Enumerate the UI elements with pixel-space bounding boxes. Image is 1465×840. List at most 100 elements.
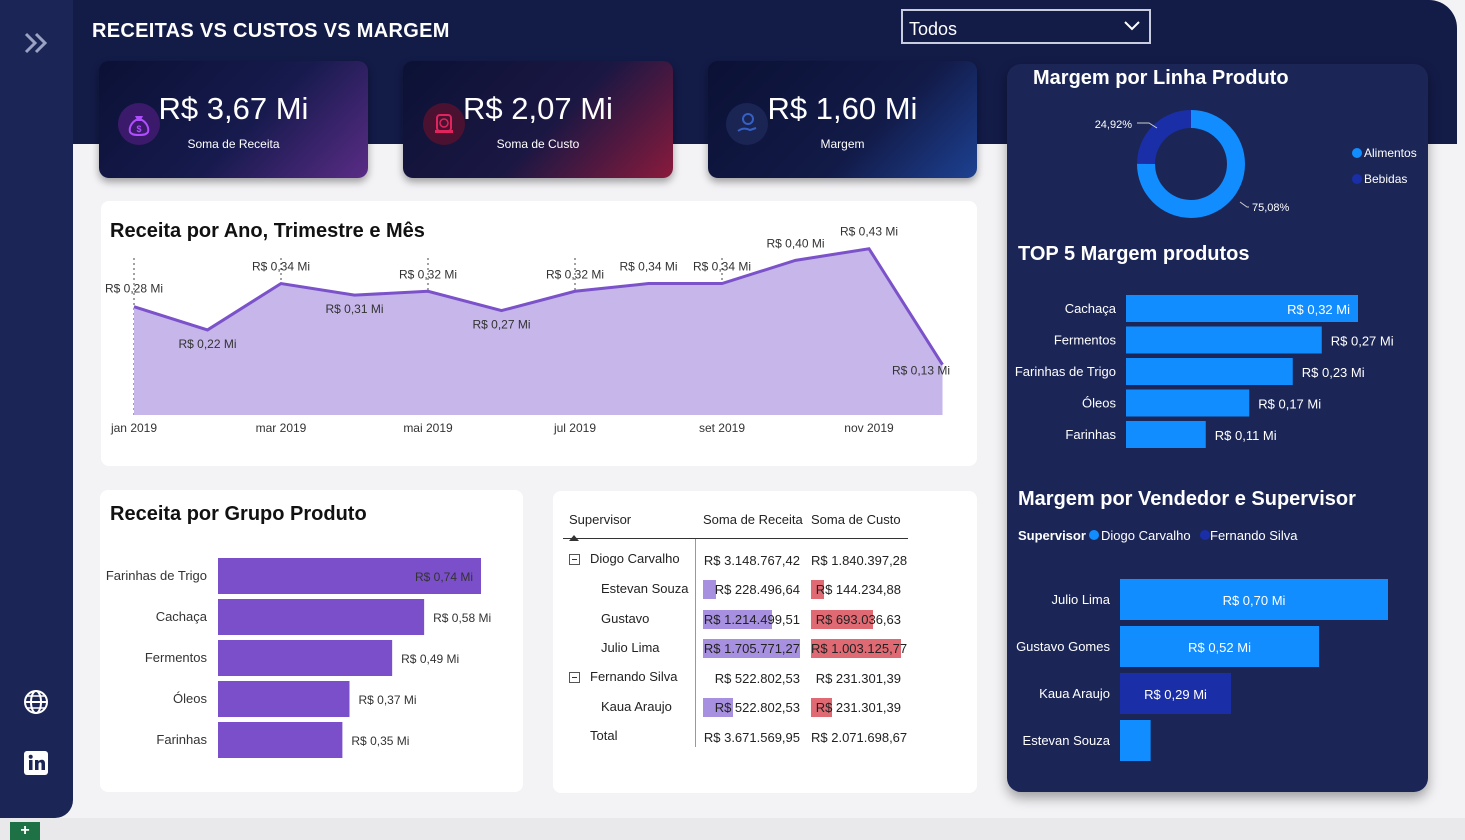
category-label: Cachaça	[156, 609, 208, 624]
custo-value: R$ 231.301,39	[815, 700, 901, 715]
data-label: R$ 0,34 Mi	[252, 260, 310, 274]
custo-value: R$ 693.036,63	[815, 612, 901, 627]
kpi-label: Soma de Receita	[187, 137, 280, 151]
data-label: R$ 0,37 Mi	[359, 693, 417, 707]
row-label: Gustavo	[601, 611, 650, 626]
data-label: R$ 0,34 Mi	[619, 260, 677, 274]
row-label: Estevan Souza	[601, 581, 689, 596]
data-label: R$ 0,27 Mi	[472, 318, 530, 332]
revenue-area-chart[interactable]: R$ 0,28 Mi R$ 0,22 Mi R$ 0,34 Mi R$ 0,31 Mi…	[101, 201, 977, 466]
bar	[218, 681, 350, 717]
data-label: R$ 0,17 Mi	[1258, 397, 1321, 412]
data-label: R$ 0,13 Mi	[892, 364, 950, 378]
receita-value: R$ 3.148.767,42	[703, 553, 800, 568]
right-panel: Margem por Linha Produto 24,92% 75,08% Ali…	[1007, 64, 1428, 792]
custo-value: R$ 2.071.698,67	[811, 730, 908, 745]
column-header: Supervisor	[569, 512, 632, 527]
data-label: R$ 0,31 Mi	[325, 302, 383, 316]
add-page-button[interactable]: +	[10, 822, 40, 840]
data-label: R$ 0,23 Mi	[1302, 365, 1365, 380]
category-label: Fermentos	[145, 650, 208, 665]
data-label: R$ 0,34 Mi	[693, 260, 751, 274]
kpi-card-margem: R$ 1,60 Mi Margem	[708, 61, 977, 178]
data-label: 24,92%	[1095, 119, 1133, 131]
category-label: Fermentos	[1054, 333, 1117, 348]
custo-value: R$ 1.003.125,77	[811, 641, 908, 656]
category-label: Estevan Souza	[1023, 733, 1111, 748]
row-label: Diogo Carvalho	[590, 551, 680, 566]
data-label: R$ 0,43 Mi	[840, 225, 898, 239]
category-label: Farinhas de Trigo	[1015, 364, 1116, 379]
margin-donut-chart[interactable]: 24,92% 75,08% Alimentos Bebidas	[1007, 94, 1428, 254]
bar	[1120, 720, 1151, 761]
custo-value: R$ 144.234,88	[815, 582, 901, 597]
bar	[1126, 421, 1206, 448]
data-label: R$ 0,22 Mi	[178, 337, 236, 351]
legend-marker	[1352, 174, 1362, 184]
bar	[1126, 326, 1322, 354]
data-label: R$ 0,29 Mi	[1144, 687, 1207, 702]
category-label: Cachaça	[1065, 301, 1117, 316]
x-tick-label: jul 2019	[553, 421, 596, 435]
custo-value: R$ 231.301,39	[815, 671, 901, 686]
chart-title: TOP 5 Margem produtos	[1018, 243, 1250, 265]
legend-marker	[1200, 530, 1210, 540]
data-label: R$ 0,28 Mi	[105, 282, 163, 296]
total-label: Total	[590, 728, 618, 743]
revenue-timeline-card: Receita por Ano, Trimestre e Mês R$ 0,28…	[101, 201, 977, 466]
kpi-label: Margem	[820, 137, 865, 151]
kpi-value: R$ 2,07 Mi	[463, 91, 613, 126]
expand-chevrons-icon[interactable]	[18, 28, 54, 58]
vendor-margin-chart[interactable]: Supervisor Diogo Carvalho Fernando Silva Ju…	[1007, 519, 1428, 769]
chart-title: Margem por Linha Produto	[1033, 67, 1289, 89]
collapse-toggle[interactable]	[569, 672, 580, 683]
legend-title: Supervisor	[1018, 528, 1086, 543]
linkedin-icon[interactable]	[22, 749, 50, 777]
legend-label: Alimentos	[1364, 146, 1417, 160]
bar	[218, 599, 425, 635]
collapse-toggle[interactable]	[569, 554, 580, 565]
category-label: Farinhas de Trigo	[106, 568, 207, 583]
data-label: R$ 0,40 Mi	[766, 236, 824, 250]
receita-value: R$ 522.802,53	[714, 700, 800, 715]
receita-value: R$ 3.671.569,95	[703, 730, 800, 745]
revenue-by-group-chart[interactable]: Farinhas de Trigo R$ 0,74 Mi Cachaça R$ 0,5…	[100, 490, 523, 792]
top5-margin-chart[interactable]: Cachaça R$ 0,32 Mi Fermentos R$ 0,27 Mi Fari…	[1007, 279, 1428, 459]
data-label: R$ 0,27 Mi	[1331, 334, 1394, 349]
chevron-down-icon	[1124, 21, 1140, 31]
kpi-card-custo: R$ 2,07 Mi Soma de Custo	[403, 61, 673, 178]
legend-label: Diogo Carvalho	[1101, 528, 1191, 543]
category-label: Kaua Araujo	[1039, 686, 1110, 701]
page-title: RECEITAS VS CUSTOS VS MARGEM	[92, 20, 450, 42]
filter-dropdown[interactable]: Todos	[901, 9, 1151, 44]
kpi-label: Soma de Custo	[496, 137, 580, 151]
kpi-card-receita: $ R$ 3,67 Mi Soma de Receita	[99, 61, 368, 178]
data-label: R$ 0,11 Mi	[1215, 428, 1277, 443]
x-tick-label: nov 2019	[844, 421, 894, 435]
category-label: Julio Lima	[1051, 592, 1110, 607]
data-label: R$ 0,32 Mi	[399, 267, 457, 281]
category-label: Farinhas	[156, 732, 207, 747]
x-tick-label: mai 2019	[403, 421, 453, 435]
data-label: R$ 0,32 Mi	[546, 267, 604, 281]
data-label: R$ 0,70 Mi	[1223, 593, 1286, 608]
legend-marker	[1089, 530, 1099, 540]
category-label: Óleos	[173, 691, 207, 706]
bar	[218, 722, 343, 758]
column-header: Soma de Receita	[703, 512, 803, 527]
row-header-divider	[695, 539, 696, 747]
revenue-by-group-card: Receita por Grupo Produto Farinhas de Tr…	[100, 490, 523, 792]
bar	[218, 640, 393, 676]
category-label: Farinhas	[1065, 427, 1116, 442]
data-label: R$ 0,52 Mi	[1188, 640, 1251, 655]
custo-value: R$ 1.840.397,28	[811, 553, 908, 568]
supervisor-matrix-card: Supervisor Soma de Receita Soma de Custo Di…	[553, 491, 977, 793]
x-tick-label: set 2019	[699, 421, 745, 435]
legend-marker	[1352, 148, 1362, 158]
globe-icon[interactable]	[22, 688, 50, 716]
area-fill	[134, 248, 943, 415]
receita-value: R$ 1.214.499,51	[703, 612, 800, 627]
row-label: Julio Lima	[601, 640, 660, 655]
data-label: R$ 0,35 Mi	[351, 734, 409, 748]
x-tick-label: mar 2019	[256, 421, 307, 435]
